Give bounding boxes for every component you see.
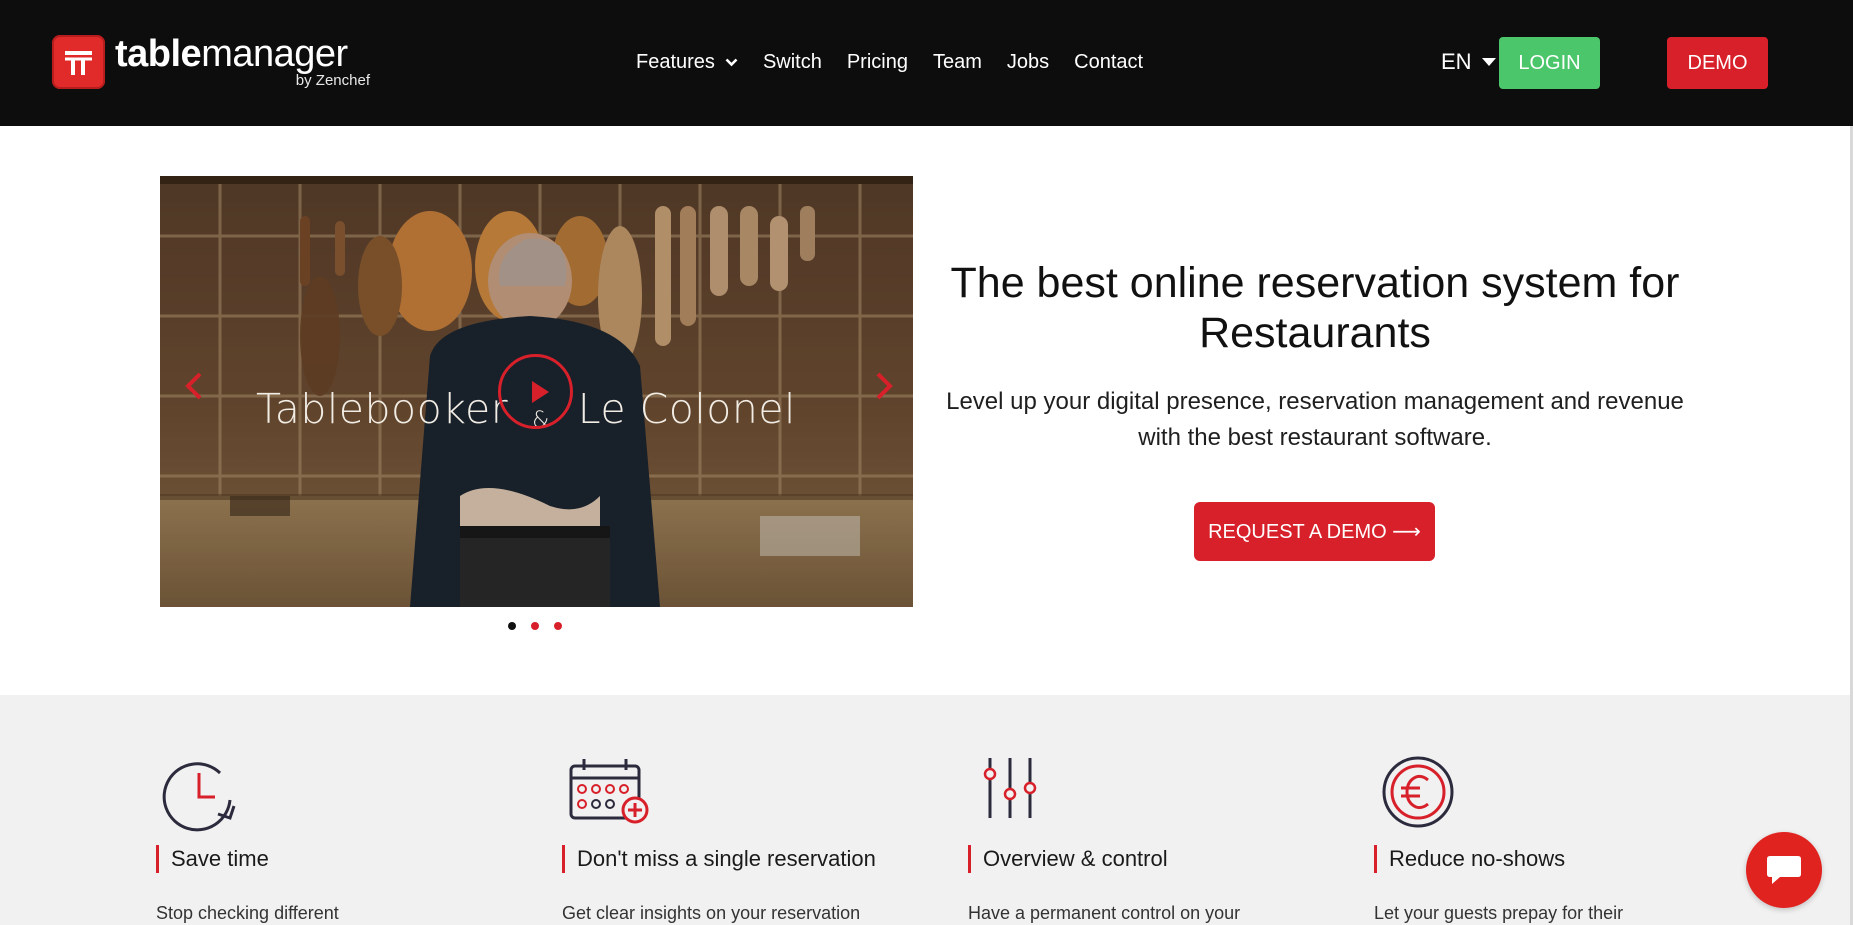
hero-video-slide[interactable]: Tablebooker & Le Colonel xyxy=(160,176,913,607)
hero-text-block: The best online reservation system for R… xyxy=(930,258,1700,456)
chevron-down-icon xyxy=(725,58,738,67)
features-section: Save time Stop checking different Don't xyxy=(0,695,1853,925)
logo-word-bold: table xyxy=(115,33,202,75)
logo-wordmark: tablemanager by Zenchef xyxy=(115,32,370,89)
hero-subtitle: Level up your digital presence, reservat… xyxy=(946,388,1684,451)
sliders-icon xyxy=(983,758,1037,818)
language-label: EN xyxy=(1441,49,1472,74)
euro-coin-icon xyxy=(1382,756,1454,828)
chat-launcher-button[interactable] xyxy=(1746,832,1822,908)
nav-item-switch[interactable]: Switch xyxy=(763,51,822,74)
carousel-pagination xyxy=(508,622,562,630)
play-video-button[interactable] xyxy=(498,354,573,429)
login-button[interactable]: LOGIN xyxy=(1499,37,1600,89)
carousel-prev-arrow-icon[interactable] xyxy=(180,366,210,406)
hero-title: The best online reservation system for R… xyxy=(950,259,1680,357)
feature-title: Reduce no-shows xyxy=(1374,845,1565,873)
feature-description: Stop checking different xyxy=(156,903,339,923)
request-demo-button[interactable]: REQUEST A DEMO ⟶ xyxy=(1194,502,1435,561)
feature-description: Get clear insights on your reservation xyxy=(562,903,861,923)
nav-item-features[interactable]: Features xyxy=(636,51,738,74)
logo-word-light: manager xyxy=(201,33,348,75)
clock-refresh-icon xyxy=(162,762,236,832)
logo-byline: by Zenchef xyxy=(295,72,370,89)
nav-item-pricing[interactable]: Pricing xyxy=(847,51,908,74)
carousel-dot[interactable] xyxy=(508,622,516,630)
main-nav: Features Switch Pricing Team Jobs Contac… xyxy=(636,51,1143,74)
calendar-add-icon xyxy=(569,759,649,824)
feature-title: Save time xyxy=(156,845,269,873)
demo-button[interactable]: DEMO xyxy=(1667,37,1768,89)
top-navigation-bar: tablemanager by Zenchef Features Switch … xyxy=(0,0,1853,126)
carousel-dot[interactable] xyxy=(554,622,562,630)
feature-title: Don't miss a single reservation xyxy=(562,845,876,873)
nav-item-contact[interactable]: Contact xyxy=(1074,51,1143,74)
carousel-dot[interactable] xyxy=(531,622,539,630)
nav-item-jobs[interactable]: Jobs xyxy=(1007,51,1049,74)
nav-item-label: Features xyxy=(636,51,715,73)
language-selector[interactable]: EN xyxy=(1441,49,1496,75)
play-icon xyxy=(532,381,549,403)
brand-logo[interactable]: tablemanager by Zenchef xyxy=(52,32,370,89)
nav-item-team[interactable]: Team xyxy=(933,51,982,74)
feature-description: Let your guests prepay for their xyxy=(1374,903,1624,923)
chat-bubble-icon xyxy=(1767,856,1801,884)
feature-title: Overview & control xyxy=(968,845,1168,873)
carousel-next-arrow-icon[interactable] xyxy=(868,366,898,406)
caret-down-icon xyxy=(1481,57,1496,66)
video-caption-left: Tablebooker xyxy=(256,385,509,433)
logo-mark-icon xyxy=(52,35,105,89)
page: tablemanager by Zenchef Features Switch … xyxy=(0,0,1853,925)
video-caption-right: Le Colonel xyxy=(577,385,796,433)
feature-description: Have a permanent control on your xyxy=(968,903,1241,923)
